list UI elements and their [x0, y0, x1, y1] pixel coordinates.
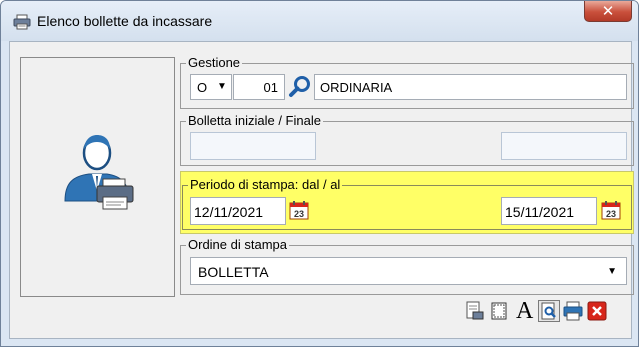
calendar-icon: 23: [601, 201, 621, 220]
gestione-type-dropdown[interactable]: O ▼: [190, 74, 232, 100]
calendar-icon: 23: [289, 201, 309, 220]
title-bar: Elenco bollette da incassare ✕: [1, 1, 638, 41]
gestione-description-value: ORDINARIA: [320, 80, 393, 95]
close-button[interactable]: ✕: [584, 1, 632, 22]
exit-icon: [587, 301, 607, 321]
page-setup-button[interactable]: [488, 300, 510, 322]
periodo-label: Periodo di stampa: dal / al: [188, 177, 343, 193]
chevron-down-icon: ▼: [607, 266, 617, 277]
user-printer-icon: [64, 135, 134, 210]
window-title: Elenco bollette da incassare: [37, 13, 213, 29]
print-button[interactable]: [562, 300, 584, 322]
periodo-to-calendar-button[interactable]: 23: [601, 200, 621, 220]
periodo-to-field[interactable]: 15/11/2021: [501, 197, 597, 225]
icon-panel: [20, 57, 175, 297]
print-preview-button[interactable]: [463, 300, 485, 322]
dialog-window: Elenco bollette da incassare ✕ Gestione …: [0, 0, 639, 347]
close-x-icon: ✕: [601, 2, 615, 20]
font-button[interactable]: A: [513, 298, 535, 324]
magnifier-icon: [289, 76, 310, 97]
bolletta-start-field[interactable]: [190, 132, 316, 160]
font-icon: A: [516, 298, 534, 324]
window-bottom-border: [9, 339, 632, 346]
chevron-down-icon: ▼: [217, 81, 227, 92]
gestione-search-button[interactable]: [287, 74, 313, 100]
periodo-from-calendar-button[interactable]: 23: [289, 200, 309, 220]
periodo-from-value: 12/11/2021: [194, 204, 264, 220]
bolletta-label: Bolletta iniziale / Finale: [186, 113, 323, 129]
periodo-to-value: 15/11/2021: [505, 204, 575, 220]
gestione-label: Gestione: [186, 55, 243, 71]
preview-button[interactable]: [538, 300, 560, 322]
ordine-dropdown[interactable]: BOLLETTA ▼: [190, 257, 627, 285]
ordine-value: BOLLETTA: [198, 264, 269, 280]
printer-icon: [13, 14, 31, 30]
print-icon: [563, 301, 583, 321]
gestione-type-value: O: [197, 80, 208, 95]
periodo-from-field[interactable]: 12/11/2021: [190, 197, 286, 225]
gestione-description-field[interactable]: ORDINARIA: [314, 74, 627, 100]
bolletta-end-field[interactable]: [501, 132, 627, 160]
calendar-day-label: 23: [294, 209, 304, 219]
calendar-day-label: 23: [606, 209, 616, 219]
ordine-label: Ordine di stampa: [186, 237, 289, 253]
gestione-code-field[interactable]: 01: [233, 74, 285, 100]
gestione-code-value: 01: [263, 80, 278, 95]
preview-icon: [541, 302, 556, 320]
page-setup-icon: [491, 302, 507, 320]
exit-button[interactable]: [586, 300, 608, 322]
print-preview-icon: [466, 301, 484, 320]
